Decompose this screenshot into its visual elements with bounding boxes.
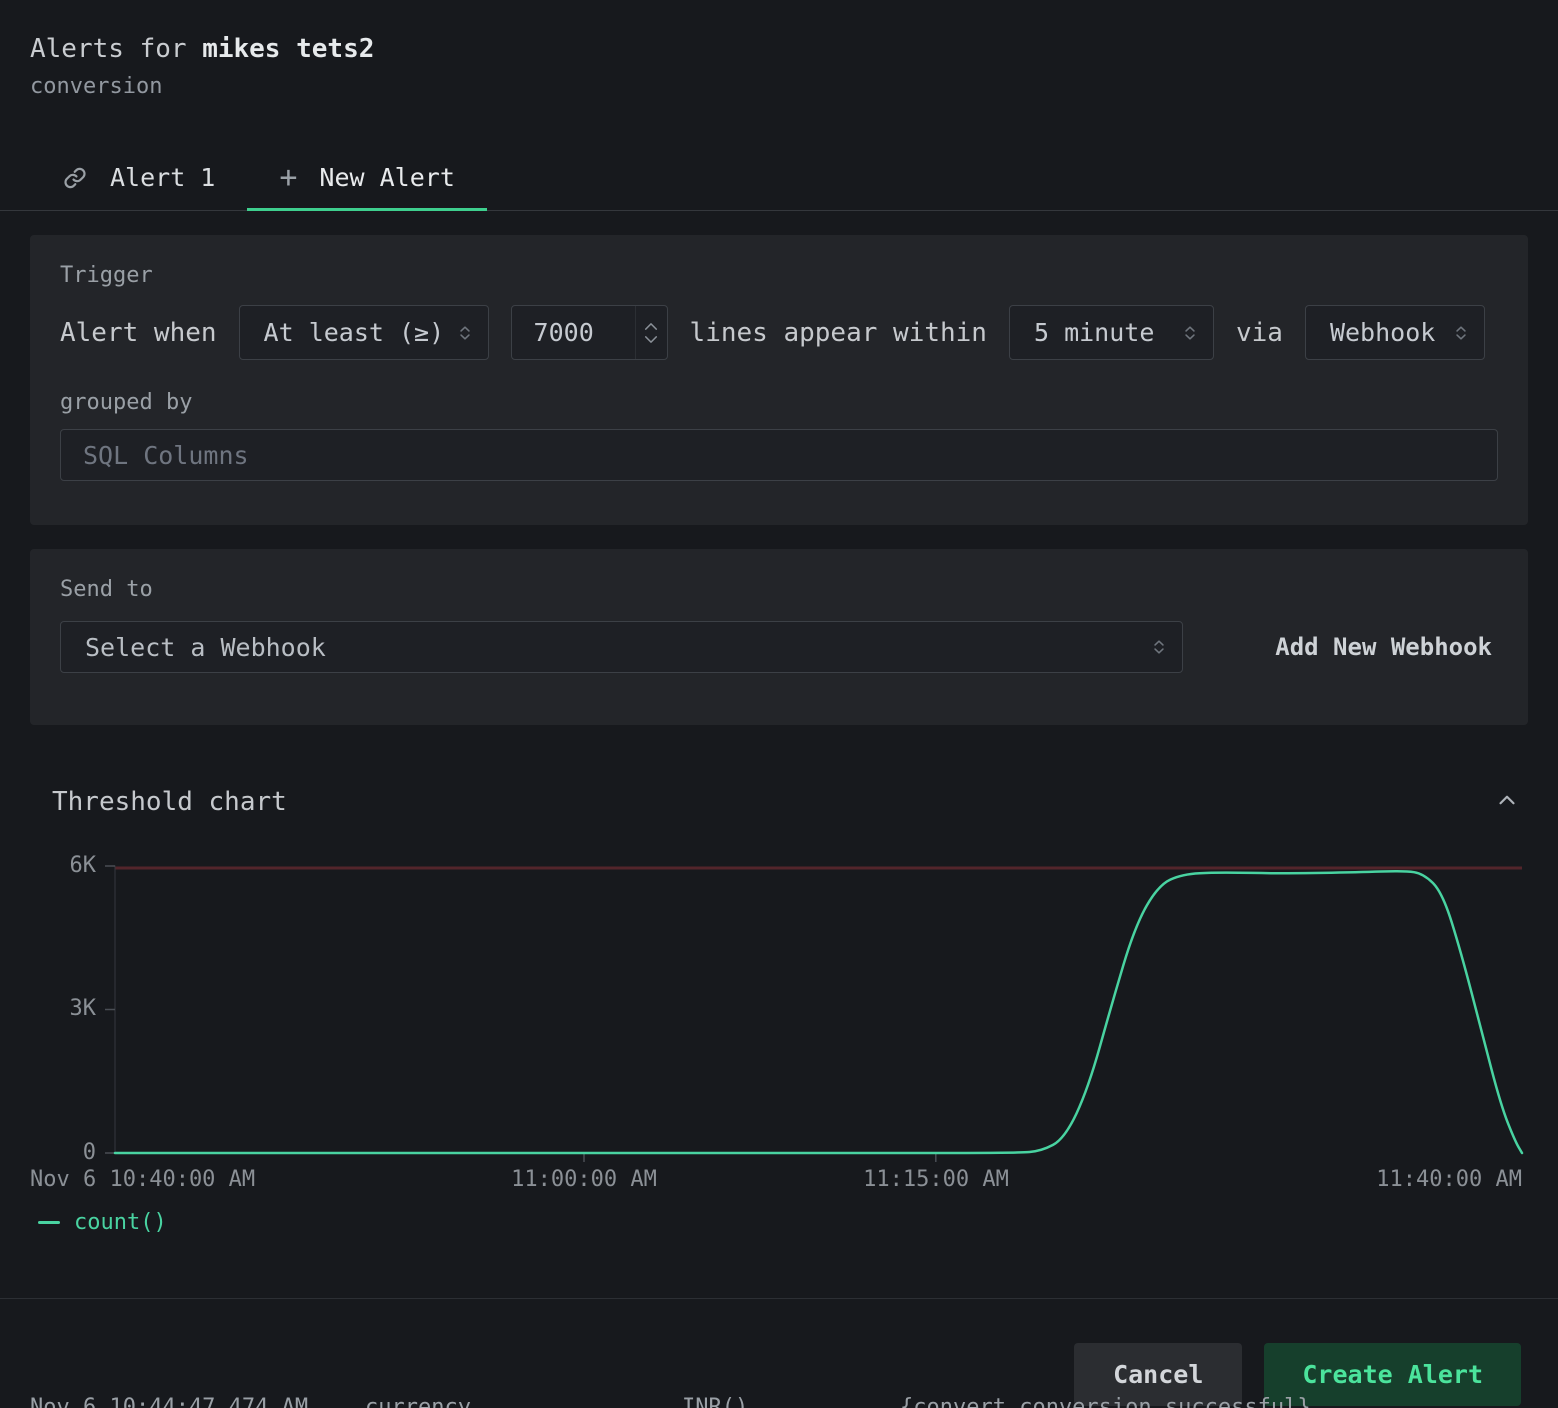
link-icon [62,165,88,191]
trigger-section-label: Trigger [60,261,1498,291]
legend-line-swatch [38,1221,60,1224]
send-to-row: Select a Webhook Add New Webhook [60,621,1498,673]
alert-when-label: Alert when [60,318,217,348]
page-title-source-name: mikes tets2 [202,34,374,64]
background-log-field-1: currency [365,1395,471,1408]
axis-ticks [105,866,936,1162]
collapse-chart-button[interactable] [1490,783,1524,820]
background-log-timestamp: Nov 6 10:44:47.474 AM [30,1395,308,1408]
alert-dialog: Alerts for mikes tets2 conversion Alert … [0,0,1558,1408]
stepper-up-icon[interactable] [644,322,658,331]
chevron-up-icon [1494,787,1520,813]
tab-alert-1-label: Alert 1 [110,163,215,192]
chevron-updown-icon [1181,324,1199,342]
add-new-webhook-button[interactable]: Add New Webhook [1275,633,1492,661]
threshold-chart-title: Threshold chart [52,787,287,817]
count-series-line [115,871,1522,1153]
threshold-line-chart [115,866,1522,1153]
group-by-input[interactable] [60,429,1498,481]
chevron-updown-icon [1452,324,1470,342]
x-axis-label-start: Nov 6 10:40:00 AM [30,1167,255,1193]
background-log-field-2: INR() [682,1395,748,1408]
legend-series-label: count() [74,1210,167,1235]
background-log-row: Nov 6 10:44:47.474 AM currency INR() {co… [0,1395,1558,1408]
page-title-prefix: Alerts for [30,34,202,64]
send-to-label: Send to [60,575,1498,605]
y-axis-label-6k: 6K [0,853,96,879]
x-axis-label-1115: 11:15:00 AM [816,1167,1056,1193]
dialog-footer: Cancel Create Alert [0,1298,1558,1406]
background-log-field-3: {convert conversion successful} [900,1395,1311,1408]
trigger-row: Alert when At least (≥) lines appear wit… [60,305,1498,360]
stepper-down-icon[interactable] [644,335,658,344]
threshold-value-input[interactable] [512,306,635,359]
grouped-by-label: grouped by [60,390,1498,415]
comparator-select[interactable]: At least (≥) [239,305,489,360]
threshold-stepper [635,306,667,359]
tab-alert-1[interactable]: Alert 1 [30,145,247,210]
trigger-section: Trigger Alert when At least (≥) lines ap… [30,235,1528,525]
x-axis-label-end: 11:40:00 AM [1376,1167,1522,1193]
via-label: via [1236,318,1283,348]
plus-icon: + [279,163,297,193]
threshold-chart-header: Threshold chart [0,783,1558,820]
footer-buttons: Cancel Create Alert [0,1299,1558,1406]
channel-select[interactable]: Webhook [1305,305,1485,360]
chevron-updown-icon [456,324,474,342]
threshold-chart: 6K 3K 0 Nov 6 10:40:00 AM 11:00:00 AM 11… [0,866,1558,1248]
alert-tabs: Alert 1 + New Alert [0,145,1558,211]
interval-value: 5 minute [1034,318,1154,347]
tab-new-alert[interactable]: + New Alert [247,145,487,210]
chevron-updown-icon [1150,638,1168,656]
webhook-select[interactable]: Select a Webhook [60,621,1183,673]
channel-value: Webhook [1330,318,1435,347]
interval-select[interactable]: 5 minute [1009,305,1214,360]
threshold-value-group [511,305,668,360]
webhook-select-value: Select a Webhook [85,633,326,662]
page-subtitle: conversion [30,74,1528,99]
y-axis-label-0: 0 [0,1140,96,1166]
comparator-value: At least (≥) [264,318,445,347]
tab-new-alert-label: New Alert [319,163,454,192]
page-title: Alerts for mikes tets2 [30,34,1528,64]
lines-appear-within-label: lines appear within [690,318,987,348]
send-to-section: Send to Select a Webhook Add New Webhook [30,549,1528,725]
y-axis-label-3k: 3K [0,996,96,1022]
chart-legend: count() [38,1210,167,1235]
x-axis-label-1100: 11:00:00 AM [464,1167,704,1193]
dialog-header: Alerts for mikes tets2 conversion [0,0,1558,99]
